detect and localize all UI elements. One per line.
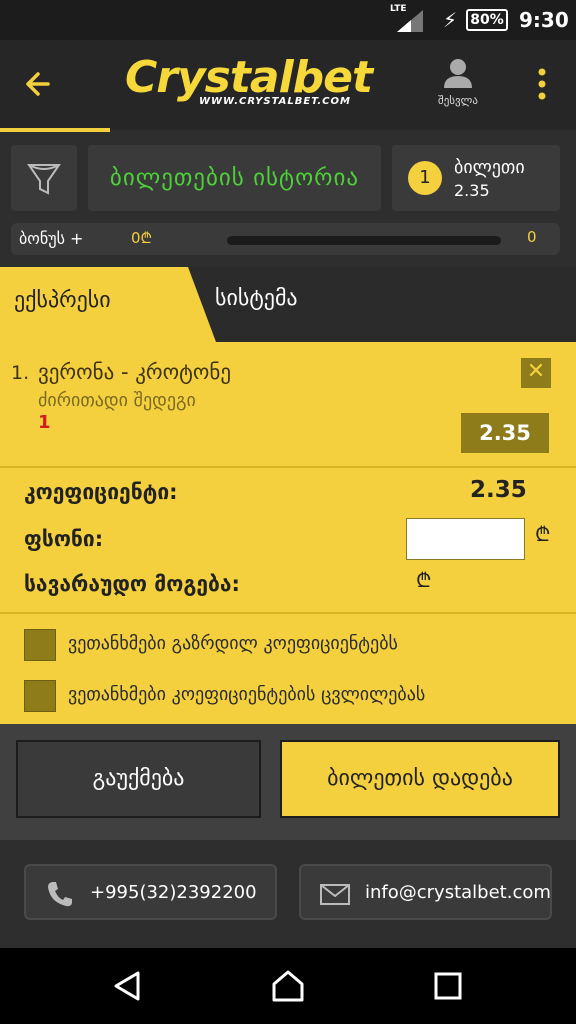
bonus-value: 0₾ bbox=[131, 229, 153, 247]
selection-pick: 1 bbox=[38, 412, 51, 433]
login-button[interactable]: შესვლა bbox=[428, 58, 488, 114]
option-label: ვეთანხმები კოეფიციენტების ცვლილებას bbox=[68, 684, 426, 705]
signal-icon bbox=[397, 10, 423, 32]
ticket-odds: 2.35 bbox=[454, 181, 490, 200]
phone-number: +995(32)2392200 bbox=[90, 882, 257, 903]
phone-contact-button[interactable]: +995(32)2392200 bbox=[24, 864, 277, 920]
phone-icon bbox=[48, 882, 72, 907]
back-arrow-icon[interactable] bbox=[18, 62, 62, 106]
accept-increased-odds-checkbox[interactable] bbox=[24, 629, 56, 661]
stake-label: ფსონი: bbox=[24, 527, 104, 551]
nav-recents-icon[interactable] bbox=[428, 966, 468, 1006]
status-bar: LTE ⚡ 80% 9:30 bbox=[0, 0, 576, 40]
active-tab-indicator bbox=[0, 128, 110, 132]
email-contact-button[interactable]: info@crystalbet.com bbox=[299, 864, 552, 920]
contact-area: +995(32)2392200 info@crystalbet.com bbox=[0, 840, 576, 948]
tab-express[interactable]: ექსპრესი bbox=[0, 267, 216, 342]
betslip-actions: გაუქმება ბილეთის დადება bbox=[0, 724, 576, 840]
divider bbox=[0, 612, 576, 614]
stake-input[interactable] bbox=[406, 518, 525, 560]
option-label: ვეთანხმები გაზრდილ კოეფიციენტებს bbox=[68, 633, 398, 654]
lari-icon: ₾ bbox=[535, 522, 551, 546]
email-address: info@crystalbet.com bbox=[365, 882, 551, 903]
more-vert-icon[interactable] bbox=[530, 64, 554, 104]
user-icon bbox=[444, 59, 472, 88]
ticket-label: ბილეთი bbox=[454, 157, 525, 178]
screen: { "status_bar": { "network": "LTE", "bat… bbox=[0, 0, 576, 1024]
nav-back-icon[interactable] bbox=[108, 966, 148, 1006]
bonus-bar: ბონუს + 0₾ 0 bbox=[11, 223, 560, 255]
selection-odds: 2.35 bbox=[461, 413, 549, 453]
betslip-panel: 1. ვერონა - კროტონე ძირითადი შედეგი 1 ✕ … bbox=[0, 342, 576, 724]
filter-button[interactable] bbox=[11, 145, 77, 211]
remove-selection-button[interactable]: ✕ bbox=[521, 358, 551, 388]
coefficient-label: კოეფიციენტი: bbox=[24, 480, 178, 504]
nav-home-icon[interactable] bbox=[268, 966, 308, 1006]
divider bbox=[0, 466, 576, 468]
market-name: ძირითადი შედეგი bbox=[38, 390, 196, 411]
lari-icon: ₾ bbox=[416, 568, 432, 592]
ticket-summary[interactable]: 1 ბილეთი 2.35 bbox=[392, 145, 560, 211]
clock: 9:30 bbox=[519, 8, 569, 32]
cancel-button[interactable]: გაუქმება bbox=[16, 740, 261, 818]
close-icon: ✕ bbox=[526, 359, 546, 384]
bet-type-tabs: ექსპრესი სისტემა bbox=[0, 267, 576, 342]
bonus-progress-track bbox=[227, 236, 501, 245]
potential-win-label: სავარაუდო მოგება: bbox=[24, 572, 240, 596]
bonus-label: ბონუს + bbox=[19, 229, 84, 248]
battery-indicator: 80% bbox=[466, 9, 508, 31]
ticket-history-button[interactable]: ბილეთების ისტორია bbox=[88, 145, 381, 211]
selection-index: 1. bbox=[11, 362, 30, 384]
mail-icon bbox=[320, 884, 350, 905]
crystalbet-logo[interactable]: Crystalbet WWW.CRYSTALBET.COM bbox=[125, 56, 385, 116]
coefficient-value: 2.35 bbox=[470, 477, 527, 503]
charging-icon: ⚡ bbox=[443, 8, 458, 32]
tab-system[interactable]: სისტემა bbox=[215, 267, 298, 342]
app-header: Crystalbet WWW.CRYSTALBET.COM შესვლა bbox=[0, 40, 576, 130]
accept-odds-change-checkbox[interactable] bbox=[24, 680, 56, 712]
place-bet-button[interactable]: ბილეთის დადება bbox=[280, 740, 560, 818]
event-name: ვერონა - კროტონე bbox=[38, 360, 232, 384]
funnel-icon bbox=[27, 164, 61, 195]
brand-name: Crystalbet bbox=[125, 52, 373, 103]
bonus-progress-value: 0 bbox=[527, 228, 537, 246]
login-label: შესვლა bbox=[438, 94, 478, 107]
ticket-count-badge: 1 bbox=[408, 161, 442, 195]
system-nav-bar bbox=[0, 948, 576, 1024]
brand-url: WWW.CRYSTALBET.COM bbox=[199, 96, 351, 107]
